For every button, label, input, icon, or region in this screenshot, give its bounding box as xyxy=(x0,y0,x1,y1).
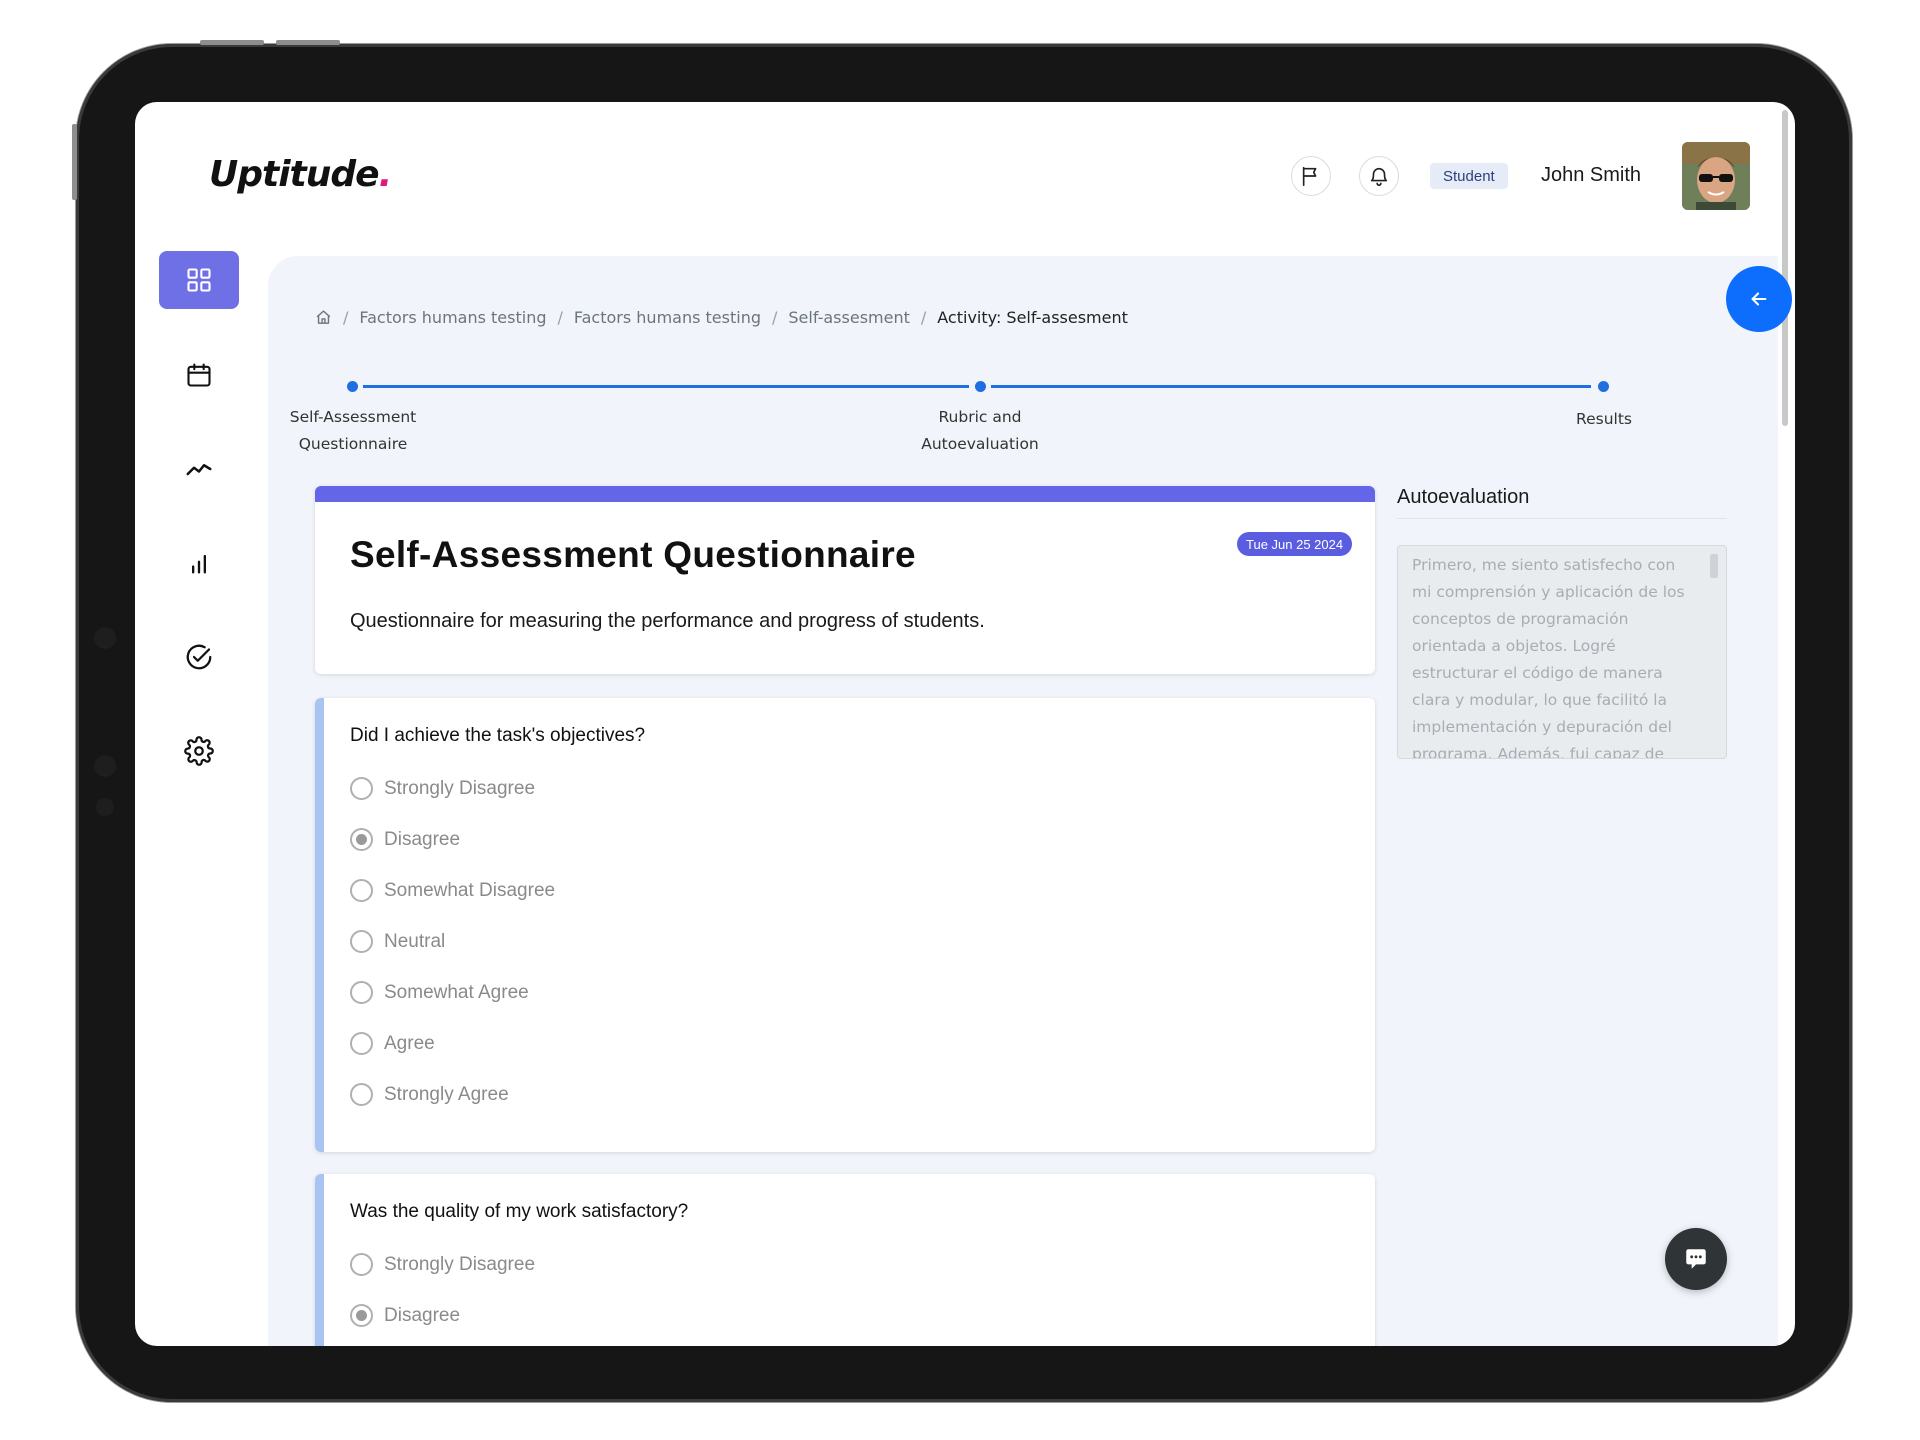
option-strongly-disagree[interactable]: Strongly Disagree xyxy=(350,1253,535,1276)
questionnaire-description: Questionnaire for measuring the performa… xyxy=(350,610,985,632)
stepper-dot xyxy=(347,381,358,392)
breadcrumb-separator: / xyxy=(772,308,778,327)
camera-dot xyxy=(94,755,116,777)
camera-dot xyxy=(94,627,116,649)
question-text: Was the quality of my work satisfactory? xyxy=(350,1201,689,1222)
question-accent-bar xyxy=(315,698,324,1152)
radio-button[interactable] xyxy=(350,879,373,902)
breadcrumb: / Factors humans testing / Factors human… xyxy=(315,308,1128,327)
grid-icon xyxy=(187,268,211,292)
option-neutral[interactable]: Neutral xyxy=(350,930,445,953)
home-icon[interactable] xyxy=(315,309,332,326)
breadcrumb-item[interactable]: Factors humans testing xyxy=(359,308,546,327)
radio-button[interactable] xyxy=(350,1253,373,1276)
step-results[interactable]: Results xyxy=(1474,406,1734,433)
card-accent-bar xyxy=(315,486,1375,502)
radio-button[interactable] xyxy=(350,930,373,953)
breadcrumb-separator: / xyxy=(920,308,927,327)
option-somewhat-disagree[interactable]: Somewhat Disagree xyxy=(350,879,555,902)
option-strongly-agree[interactable]: Strongly Agree xyxy=(350,1083,509,1106)
trend-icon xyxy=(186,464,212,476)
sidebar-item-statistics[interactable] xyxy=(159,534,239,592)
avatar[interactable] xyxy=(1682,142,1750,210)
autoevaluation-textarea[interactable]: Primero, me siento satisfecho con mi com… xyxy=(1397,545,1727,759)
sidebar-item-dashboard[interactable] xyxy=(159,251,239,309)
date-badge: Tue Jun 25 2024 xyxy=(1237,532,1353,556)
breadcrumb-item[interactable]: Self-assesment xyxy=(788,308,909,327)
stepper-connector xyxy=(363,385,969,388)
radio-button[interactable] xyxy=(350,777,373,800)
bar-chart-icon xyxy=(192,554,206,574)
divider xyxy=(1397,518,1727,519)
power-button xyxy=(72,124,77,200)
autoevaluation-text: Primero, me siento satisfecho con mi com… xyxy=(1412,556,1685,759)
sidebar-item-calendar[interactable] xyxy=(159,346,239,404)
page-scrollbar-thumb[interactable] xyxy=(1782,110,1788,426)
chat-icon xyxy=(1686,1249,1706,1269)
radio-button[interactable] xyxy=(350,1032,373,1055)
breadcrumb-current: Activity: Self-assesment xyxy=(937,308,1128,327)
option-somewhat-agree[interactable]: Somewhat Agree xyxy=(350,981,529,1004)
report-flag-button[interactable] xyxy=(1291,156,1331,196)
chat-button[interactable] xyxy=(1665,1228,1727,1290)
role-badge: Student xyxy=(1430,163,1508,189)
bell-icon xyxy=(1370,167,1388,186)
option-disagree[interactable]: Disagree xyxy=(350,1304,460,1327)
gear-icon xyxy=(184,736,214,766)
step-rubric[interactable]: Rubric and Autoevaluation xyxy=(850,404,1110,458)
question-text: Did I achieve the task's objectives? xyxy=(350,725,646,746)
questionnaire-header-card: Self-Assessment Questionnaire Tue Jun 25… xyxy=(315,486,1375,674)
notifications-button[interactable] xyxy=(1359,156,1399,196)
volume-button xyxy=(276,40,340,45)
user-name[interactable]: John Smith xyxy=(1541,164,1641,187)
sidebar-item-assessments[interactable] xyxy=(159,628,239,686)
autoevaluation-title: Autoevaluation xyxy=(1397,486,1530,508)
app-logo[interactable]: Uptitude. xyxy=(209,154,392,195)
option-agree[interactable]: Agree xyxy=(350,1032,435,1055)
volume-button xyxy=(200,40,264,45)
sidebar-item-settings[interactable] xyxy=(159,722,239,780)
breadcrumb-separator: / xyxy=(343,308,349,327)
radio-button[interactable] xyxy=(350,828,373,851)
calendar-icon xyxy=(187,363,211,387)
stepper-connector xyxy=(991,385,1591,388)
question-card: Did I achieve the task's objectives? Str… xyxy=(315,698,1375,1152)
option-strongly-disagree[interactable]: Strongly Disagree xyxy=(350,777,535,800)
textarea-scrollbar[interactable] xyxy=(1710,554,1718,578)
breadcrumb-separator: / xyxy=(557,308,563,327)
breadcrumb-item[interactable]: Factors humans testing xyxy=(574,308,761,327)
stepper-dot xyxy=(975,381,986,392)
radio-button[interactable] xyxy=(350,981,373,1004)
flag-icon xyxy=(1302,166,1317,186)
back-button[interactable] xyxy=(1726,266,1792,332)
page-title: Self-Assessment Questionnaire xyxy=(350,534,916,575)
step-self-assessment[interactable]: Self-Assessment Questionnaire xyxy=(223,404,483,458)
question-accent-bar xyxy=(315,1174,324,1346)
option-disagree[interactable]: Disagree xyxy=(350,828,460,851)
stepper-dot xyxy=(1598,381,1609,392)
radio-button[interactable] xyxy=(350,1304,373,1327)
radio-button[interactable] xyxy=(350,1083,373,1106)
check-circle-icon xyxy=(186,644,212,670)
arrow-left-icon xyxy=(1751,292,1767,306)
app-screen: Uptitude. Student John Smith / Factors h… xyxy=(135,102,1795,1346)
question-card: Was the quality of my work satisfactory?… xyxy=(315,1174,1375,1346)
camera-dot xyxy=(96,798,114,816)
